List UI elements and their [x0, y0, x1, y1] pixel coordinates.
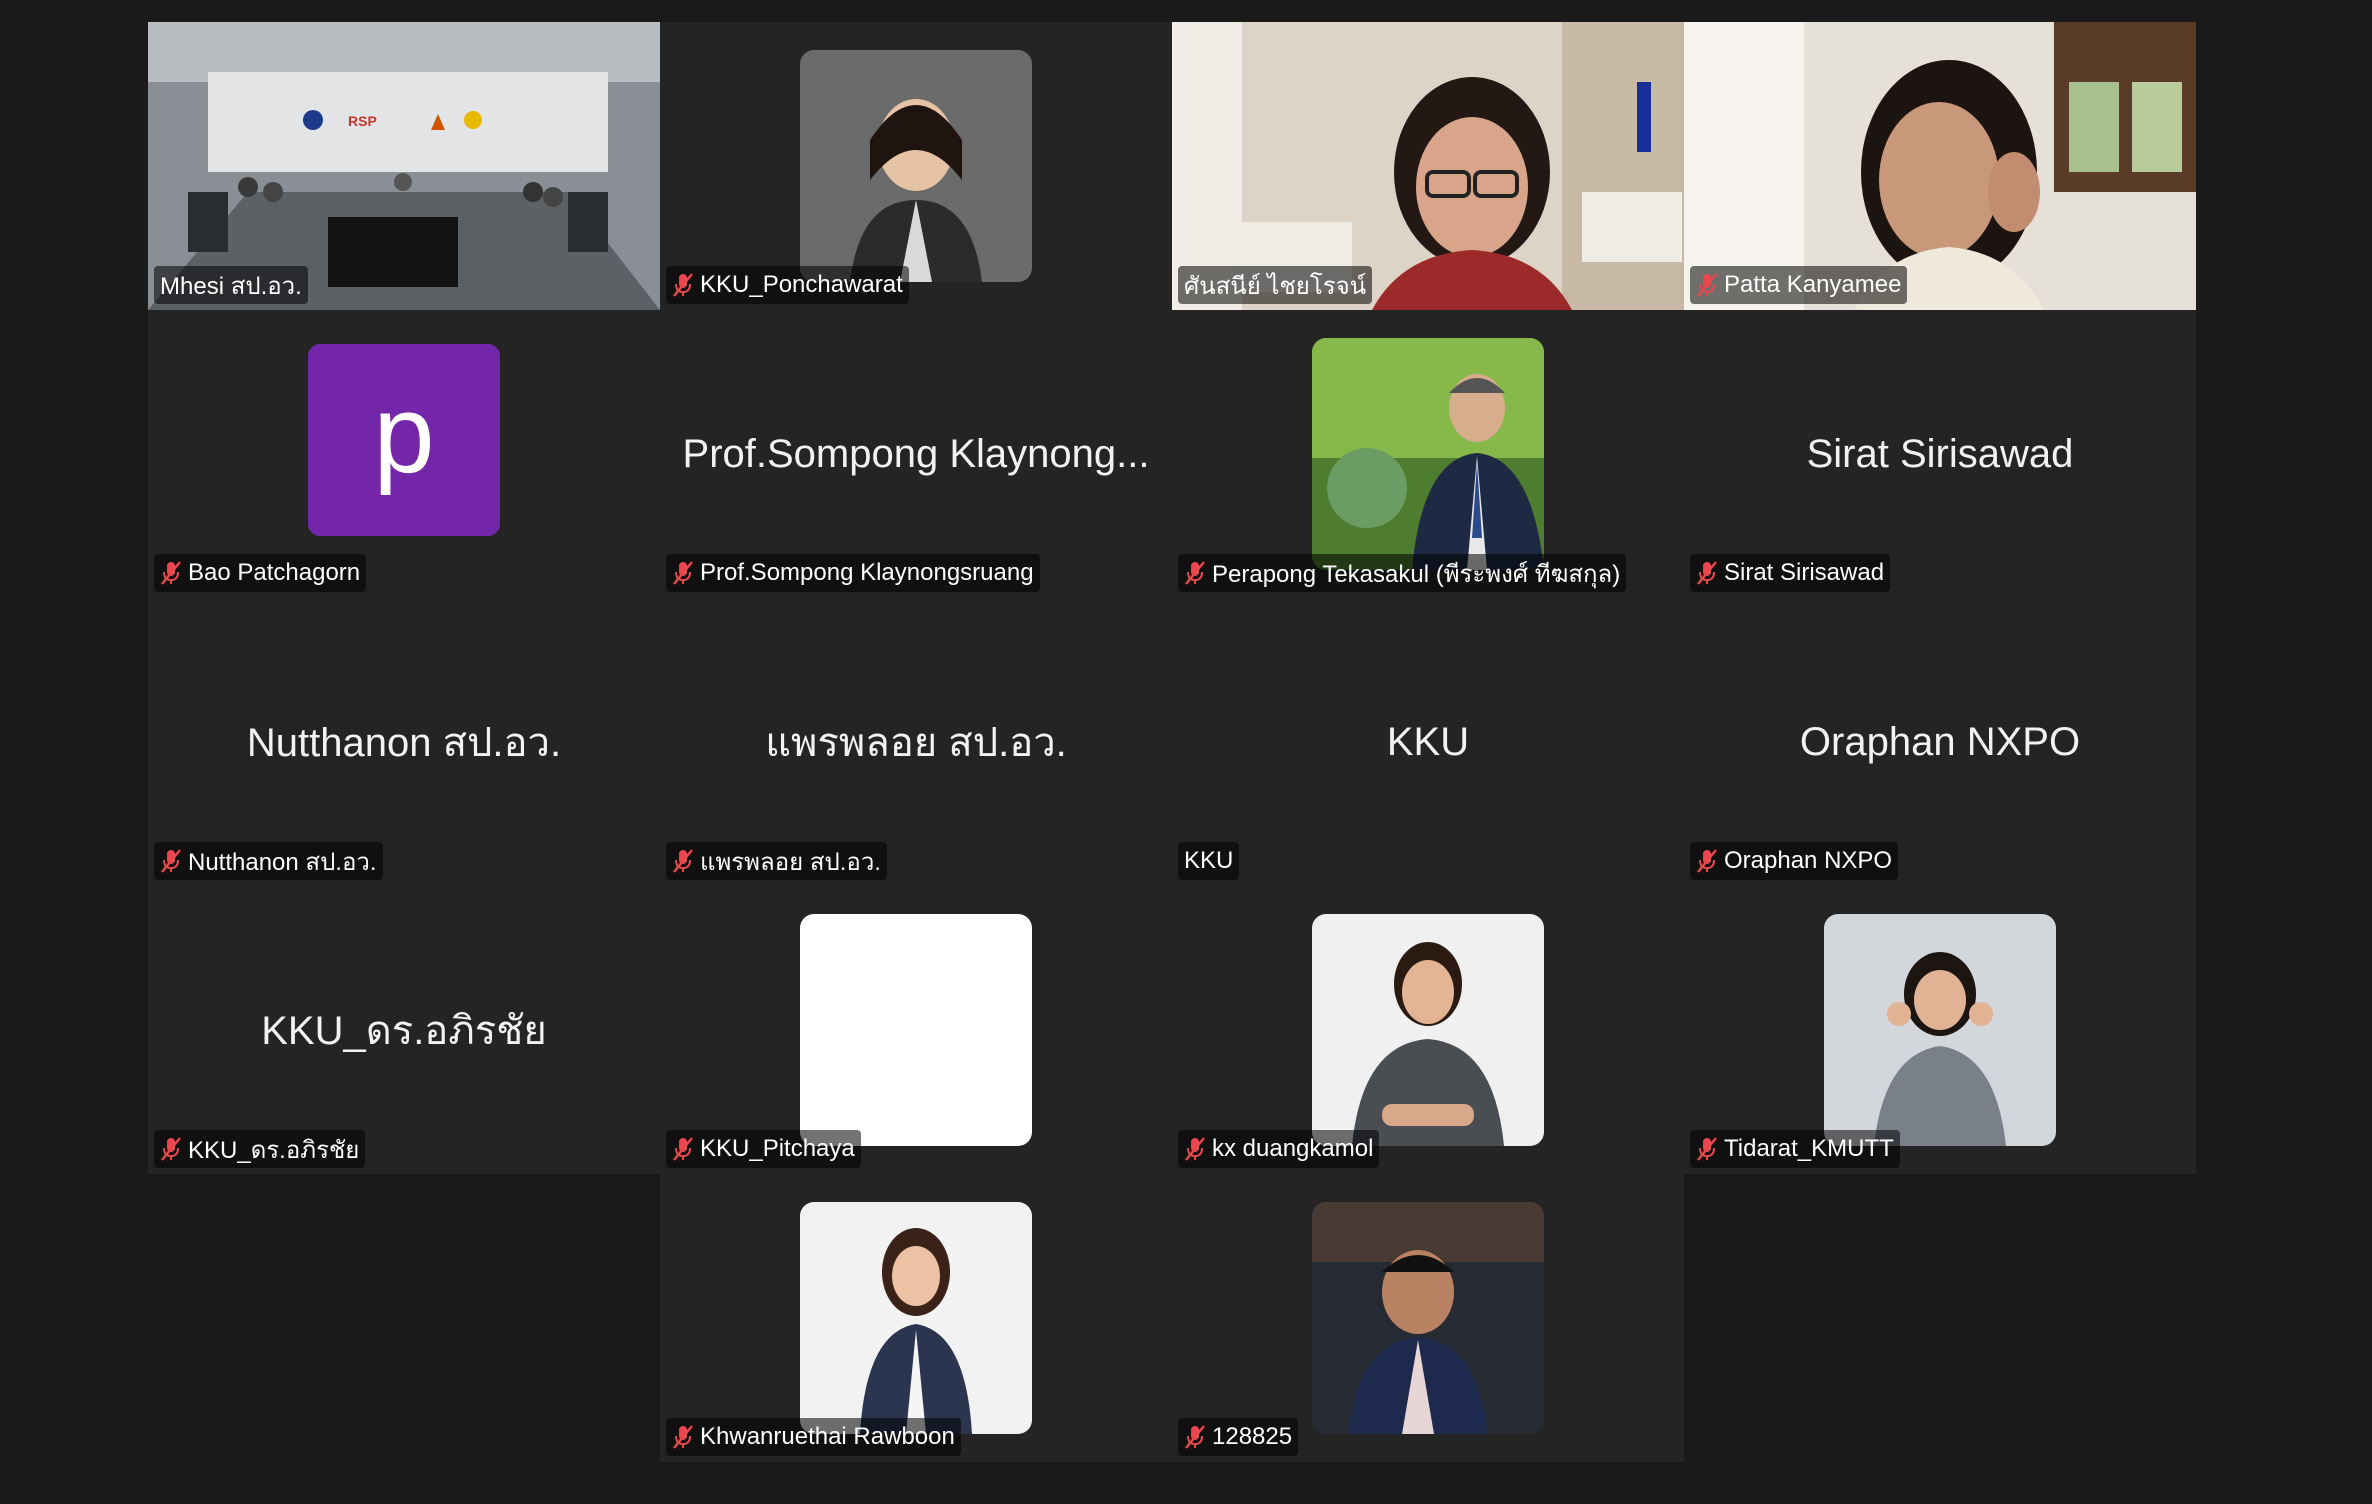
participant-name-label: KKU_Pitchaya [666, 1130, 861, 1168]
video-tile-khwanruethai[interactable]: Khwanruethai Rawboon [660, 1174, 1172, 1462]
video-tile-bao-patchagorn[interactable]: p Bao Patchagorn [148, 310, 660, 598]
video-tile-kx-duangkamol[interactable]: kx duangkamol [1172, 886, 1684, 1174]
participant-name-label: Prof.Sompong Klaynongsruang [666, 554, 1040, 592]
profile-photo [1312, 914, 1544, 1146]
mic-muted-icon [1185, 1137, 1205, 1161]
video-tile-kku-apirachai[interactable]: KKU_ดร.อภิรชัย KKU_ดร.อภิรชัย [148, 886, 660, 1174]
participant-name-label: Perapong Tekasakul (พีระพงศ์ ทีฆสกุล) [1178, 554, 1627, 592]
mic-muted-icon [673, 561, 693, 585]
mic-muted-icon [161, 561, 181, 585]
video-tile-tidarat-kmutt[interactable]: Tidarat_KMUTT [1684, 886, 2196, 1174]
mic-muted-icon [673, 1137, 693, 1161]
participant-name-label: Sirat Sirisawad [1690, 554, 1891, 592]
video-tile-patta-kanyamee[interactable]: Patta Kanyamee [1684, 22, 2196, 310]
participant-name-label: Oraphan NXPO [1690, 842, 1899, 880]
participant-name-label: KKU_Ponchawarat [666, 266, 909, 304]
mic-muted-icon [161, 849, 181, 873]
mic-muted-icon [1697, 1137, 1717, 1161]
mic-muted-icon [1185, 561, 1205, 585]
participant-name-label: Tidarat_KMUTT [1690, 1130, 1900, 1168]
video-tile-kku-pitchaya[interactable]: KKU_Pitchaya [660, 886, 1172, 1174]
profile-photo-blank [800, 914, 1032, 1146]
profile-photo [800, 1202, 1032, 1434]
profile-photo [1312, 338, 1544, 570]
mic-muted-icon [1697, 849, 1717, 873]
video-tile-sansanee[interactable]: ศันสนีย์ ไชยโรจน์ [1172, 22, 1684, 310]
video-tile-praeploy[interactable]: แพรพลอย สป.อว. แพรพลอย สป.อว. [660, 598, 1172, 886]
video-tile-nutthanon[interactable]: Nutthanon สป.อว. Nutthanon สป.อว. [148, 598, 660, 886]
participant-name-label: ศันสนีย์ ไชยโรจน์ [1178, 266, 1373, 304]
video-tile-oraphan-nxpo[interactable]: Oraphan NXPO Oraphan NXPO [1684, 598, 2196, 886]
participant-name-label: Khwanruethai Rawboon [666, 1418, 961, 1456]
participant-name-label: Patta Kanyamee [1690, 266, 1908, 304]
video-tile-perapong[interactable]: Perapong Tekasakul (พีระพงศ์ ทีฆสกุล) [1172, 310, 1684, 598]
profile-photo [1824, 914, 2056, 1146]
profile-photo [800, 50, 1032, 282]
mic-muted-icon [1697, 273, 1717, 297]
participant-name-label: Nutthanon สป.อว. [154, 842, 383, 880]
mic-muted-icon [673, 273, 693, 297]
participant-name-label: 128825 [1178, 1418, 1299, 1456]
profile-photo [1312, 1202, 1544, 1434]
participant-name-label: KKU_ดร.อภิรชัย [154, 1130, 366, 1168]
participant-name-label: KKU [1178, 842, 1240, 880]
meeting-gallery: { "participants": [ {"name": "Mhesi สป.อ… [0, 0, 2372, 1504]
participant-name-label: kx duangkamol [1178, 1130, 1380, 1168]
mic-muted-icon [1697, 561, 1717, 585]
video-tile-sirat-sirisawad[interactable]: Sirat Sirisawad Sirat Sirisawad [1684, 310, 2196, 598]
mic-muted-icon [161, 1137, 181, 1161]
participant-name-label: Mhesi สป.อว. [154, 266, 308, 304]
video-tile-mhesi[interactable]: RSP Mhesi สป.อว. [148, 22, 660, 310]
participant-name-label: แพรพลอย สป.อว. [666, 842, 887, 880]
video-tile-kku-ponchawarat[interactable]: KKU_Ponchawarat [660, 22, 1172, 310]
participant-display-name: KKU [1386, 719, 1470, 764]
video-tile-prof-sompong[interactable]: Prof.Sompong Klaynong... Prof.Sompong Kl… [660, 310, 1172, 598]
room-logo: RSP [348, 113, 377, 129]
mic-muted-icon [1185, 1425, 1205, 1449]
avatar-letter: p [308, 344, 500, 536]
video-tile-kku[interactable]: KKU KKU [1172, 598, 1684, 886]
video-tile-128825[interactable]: 128825 [1172, 1174, 1684, 1462]
participant-name-label: Bao Patchagorn [154, 554, 367, 592]
mic-muted-icon [673, 1425, 693, 1449]
mic-muted-icon [673, 849, 693, 873]
